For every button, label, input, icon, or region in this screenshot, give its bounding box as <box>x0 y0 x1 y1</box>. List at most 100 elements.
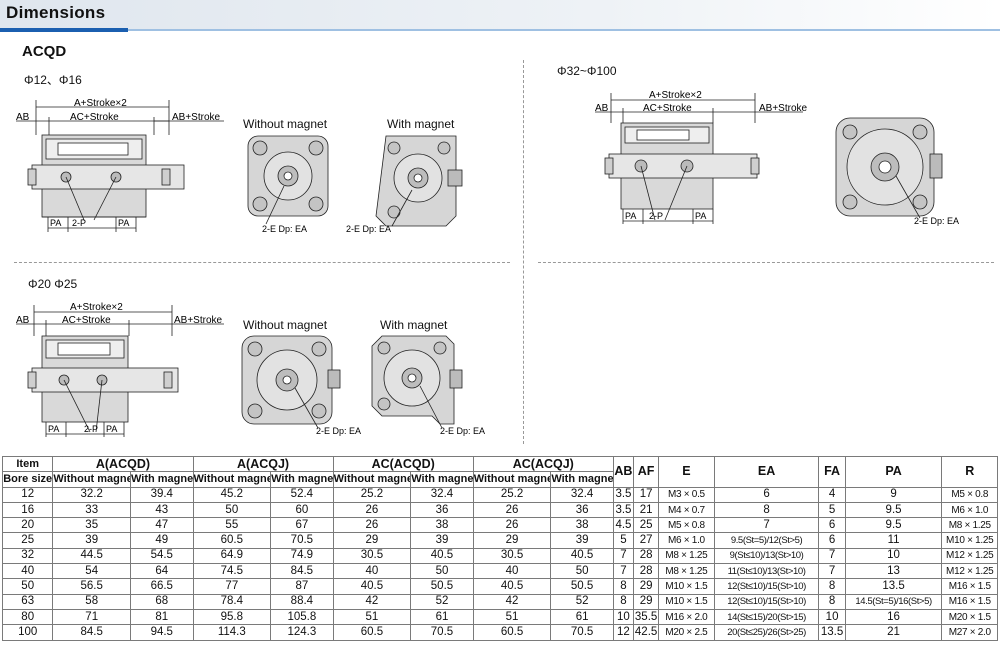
table-cell: 13.5 <box>844 578 943 595</box>
table-cell: 3.5 <box>612 501 635 519</box>
table-cell: 80 <box>1 608 54 626</box>
table-cell: 25.2 <box>472 486 552 503</box>
dim-pa-s3-right: PA <box>106 424 117 434</box>
table-cell: 49 <box>130 532 194 549</box>
table-cell: 9.5(St=5)/12(St>5) <box>713 532 820 549</box>
table-cell: 12 <box>1 486 54 503</box>
table-cell: M20 × 1.5 <box>941 608 998 626</box>
table-cell: 8 <box>713 501 820 519</box>
table-row: 16 33 43 50 60 26 36 26 36 3.5 21 M4 × 0.7 8 5 9.5 M6 ×… <box>1 501 998 519</box>
table-cell: 30.5 <box>332 547 412 565</box>
table-cell: 5 <box>818 501 846 519</box>
header-r: R <box>941 456 998 488</box>
table-cell: 29 <box>332 532 412 549</box>
table-cell: 43 <box>130 501 194 519</box>
table-cell: 4 <box>818 486 846 503</box>
table-cell: 50.5 <box>550 578 614 595</box>
table-cell: 6 <box>818 532 846 549</box>
table-cell: 40 <box>1 563 54 580</box>
dim-pa-s2-right: PA <box>695 211 706 221</box>
table-cell: 10 <box>612 608 635 626</box>
table-cell: M16 × 1.5 <box>941 578 998 595</box>
table-cell: 6 <box>818 517 846 534</box>
table-cell: 60.5 <box>472 624 552 641</box>
label-with-magnet-s3: With magnet <box>380 318 448 332</box>
table-cell: 51 <box>332 608 412 626</box>
table-cell: 47 <box>130 517 194 534</box>
header-e: E <box>658 456 715 488</box>
dimensions-table: Item A(ACQD) A(ACQJ) AC(ACQD) AC(ACQJ) A… <box>1 455 998 641</box>
callout-s1-without: 2-E Dp: EA <box>262 224 307 234</box>
header-ac-acqd: AC(ACQD) <box>332 455 474 473</box>
table-cell: 25 <box>633 517 660 534</box>
subheader-with-magnet: With magnet <box>270 471 334 488</box>
table-cell: 40.5 <box>332 578 412 595</box>
table-cell: 63 <box>1 593 54 610</box>
table-cell: 50.5 <box>410 578 474 595</box>
side-view-s3: A+Stroke×2 AC+Stroke AB AB+Stroke PA 2-P… <box>16 302 224 437</box>
table-cell: 4.5 <box>612 517 635 534</box>
dim-ac-s1: AC+Stroke <box>70 112 119 123</box>
table-cell: 25 <box>1 532 54 549</box>
table-cell: M20 × 2.5 <box>658 624 715 641</box>
table-row: 32 44.5 54.5 64.9 74.9 30.5 40.5 30.5 40.5 7 28 M8 … <box>1 547 998 565</box>
table-cell: 38 <box>550 517 614 534</box>
table-cell: 70.5 <box>410 624 474 641</box>
table-cell: 55 <box>192 517 272 534</box>
header-ea: EA <box>713 456 820 488</box>
table-cell: 95.8 <box>192 608 272 626</box>
table-cell: 42.5 <box>633 624 660 641</box>
table-cell: 50 <box>192 501 272 519</box>
table-cell: 87 <box>270 578 334 595</box>
table-header-row-1: Item A(ACQD) A(ACQJ) AC(ACQD) AC(ACQJ) A… <box>1 455 998 488</box>
table-cell: 42 <box>472 593 552 610</box>
table-cell: 29 <box>472 532 552 549</box>
side-view-s2: A+Stroke×2 AC+Stroke AB AB+Stroke PA 2-P… <box>595 90 808 224</box>
side-view-s1: A+Stroke×2 AC+Stroke AB AB+Stroke PA 2-P… <box>16 98 224 232</box>
label-with-magnet-s1: With magnet <box>387 117 455 131</box>
table-cell: 39 <box>550 532 614 549</box>
dim-abstroke-s3: AB+Stroke <box>174 315 223 326</box>
table-cell: 8 <box>818 593 846 610</box>
dim-pa-s1-right: PA <box>118 218 129 228</box>
dim-p-s3: 2-P <box>84 424 98 434</box>
table-cell: 56.5 <box>52 578 131 595</box>
dim-a-s1: A+Stroke×2 <box>74 98 127 109</box>
table-cell: 11(St≤10)/13(St>10) <box>713 563 820 580</box>
dim-abstroke-s2: AB+Stroke <box>759 103 808 114</box>
table-cell: 33 <box>52 501 131 519</box>
subheader-with-magnet: With magnet <box>410 471 474 488</box>
table-cell: M5 × 0.8 <box>658 517 715 534</box>
table-cell: M12 × 1.25 <box>941 547 998 565</box>
table-cell: 36 <box>550 501 614 519</box>
table-cell: 14(St≤15)/20(St>15) <box>713 608 820 626</box>
table-cell: 32.2 <box>52 486 131 503</box>
subheader-without-magnet: Without magnet <box>472 471 552 488</box>
header-fa: FA <box>818 456 846 488</box>
table-cell: 9(St≤10)/13(St>10) <box>713 547 820 565</box>
callout-s1-with: 2-E Dp: EA <box>346 224 391 234</box>
table-cell: 105.8 <box>270 608 334 626</box>
table-cell: 40.5 <box>472 578 552 595</box>
section-label-s3: Φ20 Φ25 <box>28 277 78 291</box>
divider-right <box>538 262 994 263</box>
table-cell: 7 <box>612 563 635 580</box>
section-label-s1: Φ12、Φ16 <box>24 73 82 87</box>
table-cell: 7 <box>818 547 846 565</box>
table-cell: 70.5 <box>270 532 334 549</box>
table-cell: 28 <box>633 547 660 565</box>
dim-pa-s3-left: PA <box>48 424 59 434</box>
table-cell: 9.5 <box>844 501 943 519</box>
dim-pa-s1-left: PA <box>50 218 61 228</box>
table-cell: 20 <box>1 517 54 534</box>
table-cell: 12 <box>612 624 635 641</box>
table-cell: 35 <box>52 517 131 534</box>
header-item: Item <box>1 455 54 473</box>
table-row: 80 71 81 95.8 105.8 51 61 51 61 10 35.5 M16 × 2.0 14… <box>1 608 998 626</box>
table-cell: 84.5 <box>270 563 334 580</box>
table-cell: 10 <box>818 608 846 626</box>
front-view-with-magnet-s3: 2-E Dp: EA <box>371 335 485 436</box>
table-cell: 39 <box>410 532 474 549</box>
table-cell: 61 <box>410 608 474 626</box>
table-cell: 28 <box>633 563 660 580</box>
